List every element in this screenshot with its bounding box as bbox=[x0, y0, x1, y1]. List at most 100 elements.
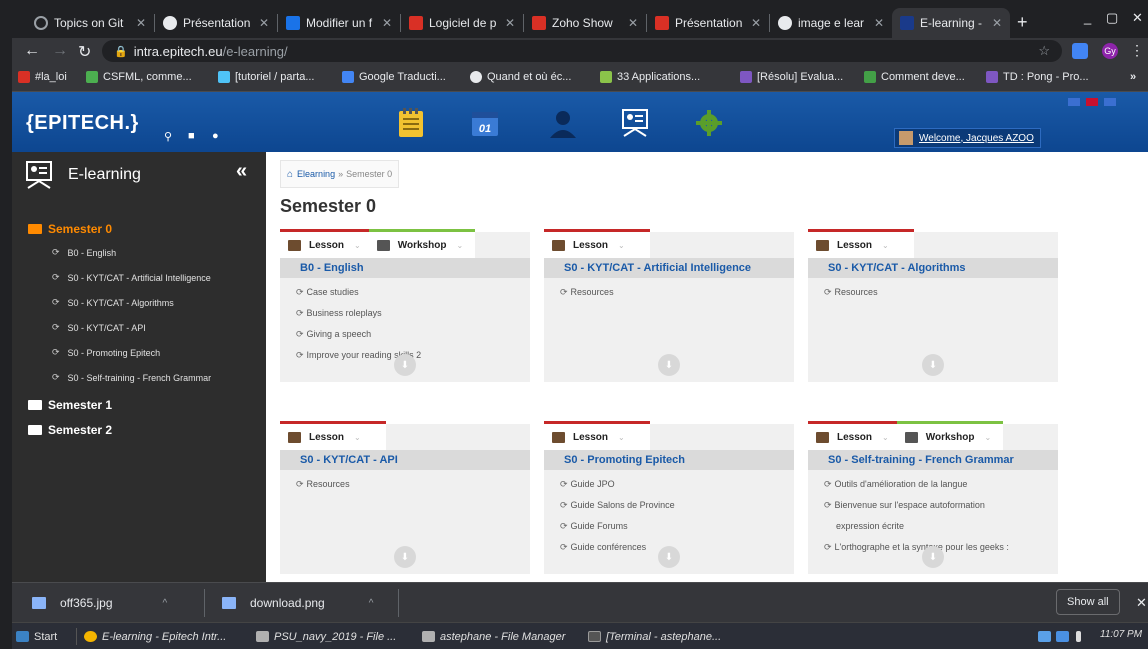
browser-tab-active[interactable]: E-learning - ✕ bbox=[892, 8, 1010, 38]
maximize-icon[interactable]: ▢ bbox=[1106, 10, 1118, 26]
browser-tab[interactable]: Présentation ✕ bbox=[155, 8, 277, 38]
bookmark-item[interactable]: CSFML, comme... bbox=[86, 71, 192, 83]
sidebar-course[interactable]: ⟳ S0 - Self-training - French Grammar bbox=[52, 372, 211, 383]
taskbar-item[interactable]: [Terminal - astephane... bbox=[588, 627, 721, 646]
list-item[interactable]: ⟳ Business roleplays bbox=[296, 303, 421, 324]
lesson-tab[interactable]: Lesson ⌄ bbox=[544, 229, 650, 258]
alert-icon[interactable]: ● bbox=[212, 130, 219, 142]
sidebar-course[interactable]: ⟳ S0 - Promoting Epitech bbox=[52, 347, 160, 358]
menu-icon[interactable]: ⋮ bbox=[1130, 42, 1144, 59]
expand-icon[interactable]: ⬇ bbox=[394, 546, 416, 568]
list-item[interactable]: expression écrite bbox=[824, 516, 1009, 537]
sidebar-semester-1[interactable]: Semester 1 bbox=[28, 398, 112, 412]
breadcrumb-link[interactable]: Elearning bbox=[297, 169, 335, 179]
card-title[interactable]: S0 - Promoting Epitech bbox=[544, 450, 794, 470]
close-tab-icon[interactable]: ✕ bbox=[988, 16, 1002, 30]
list-item[interactable]: ⟳ Bienvenue sur l'espace autoformation bbox=[824, 495, 1009, 516]
close-tab-icon[interactable]: ✕ bbox=[378, 16, 392, 30]
network-icon[interactable] bbox=[1038, 627, 1056, 646]
expand-icon[interactable]: ⬇ bbox=[394, 354, 416, 376]
taskbar-item[interactable]: PSU_navy_2019 - File ... bbox=[256, 627, 396, 646]
reload-icon[interactable]: ↻ bbox=[78, 42, 91, 62]
list-item[interactable]: ⟳ Outils d'amélioration de la langue bbox=[824, 474, 1009, 495]
chevron-up-icon[interactable]: ^ bbox=[369, 598, 374, 609]
sidebar-course[interactable]: ⟳ S0 - KYT/CAT - API bbox=[52, 322, 146, 333]
download-item[interactable]: off365.jpg ^ bbox=[32, 583, 167, 623]
notes-icon[interactable] bbox=[394, 106, 428, 140]
bookmark-item[interactable]: [Résolu] Evalua... bbox=[740, 71, 843, 83]
message-icon[interactable]: ■ bbox=[188, 130, 195, 142]
close-tab-icon[interactable]: ✕ bbox=[624, 16, 638, 30]
card-title[interactable]: S0 - Self-training - French Grammar bbox=[808, 450, 1058, 470]
lesson-tab[interactable]: Lesson ⌄ bbox=[808, 421, 897, 450]
list-item[interactable]: ⟳ Guide JPO bbox=[560, 474, 675, 495]
welcome-user-link[interactable]: Welcome, Jacques AZOO bbox=[894, 128, 1041, 148]
address-bar[interactable]: 🔒 intra.epitech.eu/e-learning/ ☆ bbox=[102, 40, 1062, 62]
card-title[interactable]: S0 - KYT/CAT - API bbox=[280, 450, 530, 470]
start-button[interactable]: Start bbox=[16, 627, 57, 646]
list-item[interactable]: ⟳ Resources bbox=[824, 282, 878, 303]
settings-icon[interactable] bbox=[692, 106, 726, 140]
elearning-icon[interactable] bbox=[618, 106, 652, 140]
sidebar-course[interactable]: ⟳ B0 - English bbox=[52, 247, 116, 258]
profile-avatar[interactable]: Gy bbox=[1102, 43, 1118, 59]
system-tray-icon[interactable] bbox=[1056, 627, 1074, 646]
close-tab-icon[interactable]: ✕ bbox=[132, 16, 146, 30]
bookmark-item[interactable]: [tutoriel / parta... bbox=[218, 71, 314, 83]
expand-icon[interactable]: ⬇ bbox=[922, 354, 944, 376]
download-item[interactable]: download.png ^ bbox=[222, 583, 373, 623]
sidebar-course[interactable]: ⟳ S0 - KYT/CAT - Algorithms bbox=[52, 297, 174, 308]
bookmark-item[interactable]: Comment deve... bbox=[864, 71, 965, 83]
extension-icon[interactable] bbox=[1072, 43, 1088, 59]
flag-icon[interactable] bbox=[1104, 98, 1116, 106]
list-item[interactable]: ⟳ Resources bbox=[560, 282, 614, 303]
flag-uk-icon[interactable] bbox=[1086, 98, 1098, 106]
home-icon[interactable]: ⌂ bbox=[287, 169, 293, 180]
expand-icon[interactable]: ⬇ bbox=[658, 546, 680, 568]
list-item[interactable]: ⟳ L'orthographe et la syntaxe pour les ge… bbox=[824, 537, 1009, 558]
browser-tab[interactable]: Présentation ✕ bbox=[647, 8, 769, 38]
taskbar-item[interactable]: E-learning - Epitech Intr... bbox=[84, 627, 226, 646]
bookmark-item[interactable]: #la_loi bbox=[18, 71, 67, 83]
card-title[interactable]: B0 - English bbox=[280, 258, 530, 278]
list-item[interactable]: ⟳ Resources bbox=[296, 474, 350, 495]
card-title[interactable]: S0 - KYT/CAT - Algorithms bbox=[808, 258, 1058, 278]
close-tab-icon[interactable]: ✕ bbox=[501, 16, 515, 30]
site-logo[interactable]: {EPITECH.} bbox=[26, 112, 139, 135]
list-item[interactable]: ⟳ Giving a speech bbox=[296, 324, 421, 345]
list-item[interactable]: ⟳ Guide Salons de Province bbox=[560, 495, 675, 516]
bookmark-item[interactable]: Quand et où éc... bbox=[470, 71, 571, 83]
browser-tab[interactable]: image e lear ✕ bbox=[770, 8, 892, 38]
close-tab-icon[interactable]: ✕ bbox=[870, 16, 884, 30]
browser-tab[interactable]: Logiciel de p ✕ bbox=[401, 8, 523, 38]
back-icon[interactable]: ← bbox=[24, 42, 40, 60]
bookmark-item[interactable]: Google Traducti... bbox=[342, 71, 446, 83]
sidebar-course[interactable]: ⟳ S0 - KYT/CAT - Artificial Intelligence bbox=[52, 272, 211, 283]
lesson-tab[interactable]: Lesson ⌄ bbox=[544, 421, 650, 450]
calendar-icon[interactable]: 01 bbox=[468, 106, 502, 140]
close-downloads-icon[interactable]: ✕ bbox=[1136, 595, 1147, 611]
collapse-sidebar-icon[interactable]: « bbox=[236, 160, 247, 183]
close-tab-icon[interactable]: ✕ bbox=[747, 16, 761, 30]
new-tab-button[interactable]: + bbox=[1017, 12, 1028, 33]
browser-tab[interactable]: Topics on Git ✕ bbox=[26, 8, 154, 38]
browser-tab[interactable]: Modifier un f ✕ bbox=[278, 8, 400, 38]
location-icon[interactable]: ⚲ bbox=[164, 130, 172, 143]
bookmark-item[interactable]: 33 Applications... bbox=[600, 71, 700, 83]
user-icon[interactable] bbox=[546, 106, 580, 140]
expand-icon[interactable]: ⬇ bbox=[922, 546, 944, 568]
chevron-up-icon[interactable]: ^ bbox=[163, 598, 168, 609]
forward-icon[interactable]: → bbox=[52, 42, 68, 60]
show-all-button[interactable]: Show all bbox=[1056, 589, 1120, 615]
flag-icon[interactable] bbox=[1068, 98, 1080, 106]
volume-icon[interactable] bbox=[1076, 627, 1086, 646]
close-tab-icon[interactable]: ✕ bbox=[255, 16, 269, 30]
sidebar-semester-2[interactable]: Semester 2 bbox=[28, 423, 112, 437]
bookmark-star-icon[interactable]: ☆ bbox=[1038, 43, 1050, 59]
sidebar-semester-0[interactable]: Semester 0 bbox=[28, 222, 112, 236]
list-item[interactable]: ⟳ Guide Forums bbox=[560, 516, 675, 537]
lesson-tab[interactable]: Lesson ⌄ bbox=[808, 229, 914, 258]
expand-icon[interactable]: ⬇ bbox=[658, 354, 680, 376]
list-item[interactable]: ⟳ Case studies bbox=[296, 282, 421, 303]
taskbar-item[interactable]: astephane - File Manager bbox=[422, 627, 565, 646]
